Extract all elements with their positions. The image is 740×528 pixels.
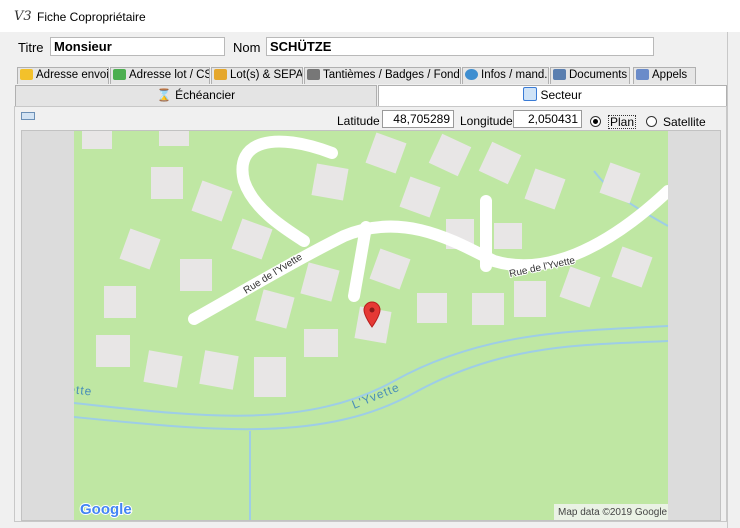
nom-label: Nom <box>233 40 261 55</box>
tab-adresse-envoi[interactable]: Adresse envoi <box>17 67 109 84</box>
satellite-radio[interactable] <box>646 116 657 127</box>
envelope-icon <box>20 69 33 80</box>
google-logo: Google <box>80 501 132 518</box>
documents-icon <box>553 69 566 80</box>
minimize-panel-icon[interactable] <box>21 112 35 120</box>
tab-appels[interactable]: Appels <box>633 67 696 84</box>
window-title: Fiche Copropriétaire <box>37 10 146 24</box>
tab-echeancier[interactable]: ⌛ Échéancier <box>15 85 377 106</box>
map-view[interactable]: Rue de l'Yvette Rue de l'Yvette L'Yvette… <box>74 131 668 520</box>
latitude-field[interactable]: 48,705289 <box>382 110 454 128</box>
titre-field[interactable]: Monsieur <box>50 37 225 56</box>
longitude-field[interactable]: 2,050431 <box>513 110 582 128</box>
satellite-label[interactable]: Satellite <box>663 115 706 129</box>
tab-label: Tantièmes / Badges / Fonds <box>323 69 461 81</box>
info-icon <box>465 69 478 80</box>
map-sector-icon <box>523 87 538 101</box>
nom-field[interactable]: SCHÜTZE <box>266 37 654 56</box>
plan-radio[interactable] <box>590 116 601 127</box>
titre-label: Titre <box>18 40 44 55</box>
keyboard-icon <box>307 69 320 80</box>
tab-label: Secteur <box>540 88 582 102</box>
tab-label: Infos / mand. <box>481 69 548 81</box>
tab-documents[interactable]: Documents <box>550 67 630 84</box>
tab-label: Adresse lot / CS <box>129 69 210 81</box>
tab-secteur[interactable]: Secteur <box>378 85 727 106</box>
hourglass-icon: ⌛ <box>156 88 172 102</box>
app-icon: V3 <box>14 9 32 24</box>
tab-label: Appels <box>652 69 688 81</box>
tab-adresse-lot[interactable]: Adresse lot / CS <box>110 67 210 84</box>
plan-label[interactable]: Plan <box>608 115 637 129</box>
calculator-icon <box>636 69 649 80</box>
tab-tantiemes[interactable]: Tantièmes / Badges / Fonds <box>304 67 461 84</box>
longitude-label: Longitude <box>460 114 513 128</box>
river-label-fragment: ette <box>74 382 93 398</box>
title-bar: V3 Fiche Copropriétaire <box>0 0 740 32</box>
latitude-label: Latitude <box>337 114 380 128</box>
map-attribution: Map data ©2019 Google <box>558 507 668 518</box>
house-icon <box>214 69 227 80</box>
tab-lots-sepa[interactable]: Lot(s) & SEPA <box>211 67 303 84</box>
window-border <box>727 32 728 528</box>
tab-label: Échéancier <box>175 88 236 102</box>
building-icon <box>113 69 126 80</box>
tab-label: Lot(s) & SEPA <box>230 69 303 81</box>
tab-label: Documents <box>569 69 628 81</box>
tab-infos-mand[interactable]: Infos / mand. <box>462 67 549 84</box>
tab-label: Adresse envoi <box>36 69 109 81</box>
